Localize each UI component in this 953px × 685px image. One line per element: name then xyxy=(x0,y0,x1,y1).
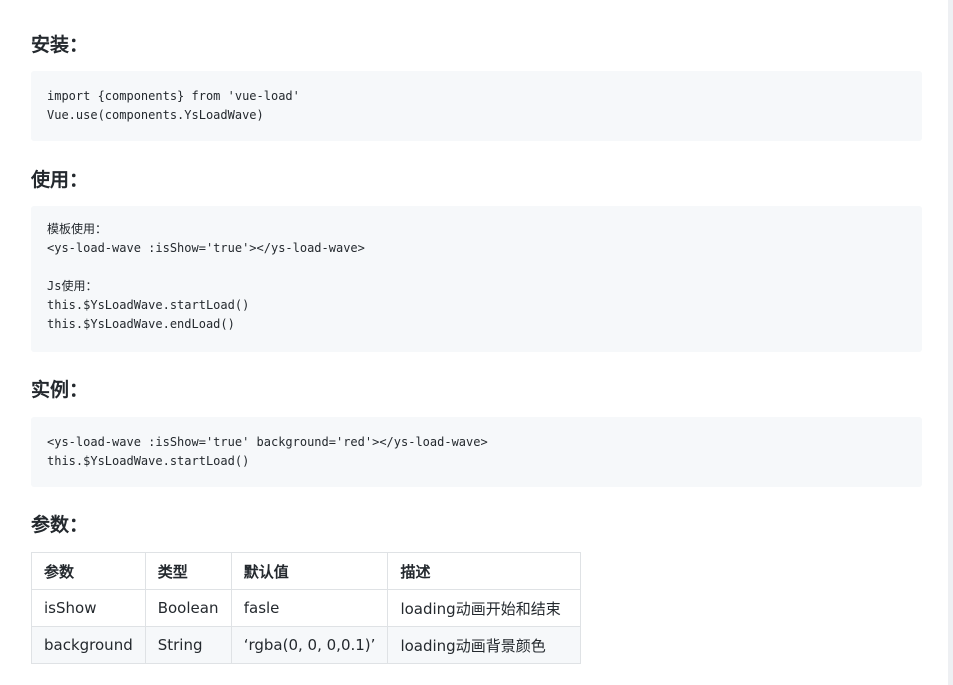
code-line: <ys-load-wave :isShow='true' background=… xyxy=(47,435,488,449)
code-line: this.$YsLoadWave.endLoad() xyxy=(47,317,235,331)
table-cell: String xyxy=(144,626,232,664)
params-table: 参数 类型 默认值 描述 isShow Boolean fasle loadin… xyxy=(31,552,582,664)
code-line: Js使用： xyxy=(47,279,98,293)
usage-heading: 使用： xyxy=(31,169,89,191)
table-cell: background xyxy=(31,626,146,664)
table-cell: Boolean xyxy=(144,589,232,627)
example-heading: 实例： xyxy=(31,379,89,401)
table-header-cell: 参数 xyxy=(31,552,146,590)
install-code-block: import {components} from 'vue-load' Vue.… xyxy=(31,71,922,141)
example-code-block: <ys-load-wave :isShow='true' background=… xyxy=(31,417,922,487)
code-line: this.$YsLoadWave.startLoad() xyxy=(47,298,250,312)
table-header-cell: 描述 xyxy=(387,552,582,590)
table-header-cell: 类型 xyxy=(144,552,232,590)
page-edge-strip xyxy=(948,0,953,685)
table-cell: isShow xyxy=(31,589,146,627)
code-line: import {components} from 'vue-load' xyxy=(47,89,300,103)
usage-code-block: 模板使用： <ys-load-wave :isShow='true'></ys-… xyxy=(31,206,922,352)
table-header-cell: 默认值 xyxy=(230,552,389,590)
table-cell: loading动画开始和结束 xyxy=(387,589,582,627)
code-line: Vue.use(components.YsLoadWave) xyxy=(47,108,264,122)
table-cell: loading动画背景颜色 xyxy=(387,626,582,664)
table-header-row: 参数 类型 默认值 描述 xyxy=(31,552,582,590)
table-row: background String ‘rgba(0, 0, 0,0.1)’ lo… xyxy=(31,626,582,664)
code-line: this.$YsLoadWave.startLoad() xyxy=(47,454,250,468)
params-heading: 参数： xyxy=(31,514,89,536)
install-heading: 安装： xyxy=(31,34,89,56)
table-cell: fasle xyxy=(230,589,389,627)
table-row: isShow Boolean fasle loading动画开始和结束 xyxy=(31,589,582,627)
table-cell: ‘rgba(0, 0, 0,0.1)’ xyxy=(230,626,389,664)
code-line: <ys-load-wave :isShow='true'></ys-load-w… xyxy=(47,241,365,255)
code-line: 模板使用： xyxy=(47,222,108,236)
